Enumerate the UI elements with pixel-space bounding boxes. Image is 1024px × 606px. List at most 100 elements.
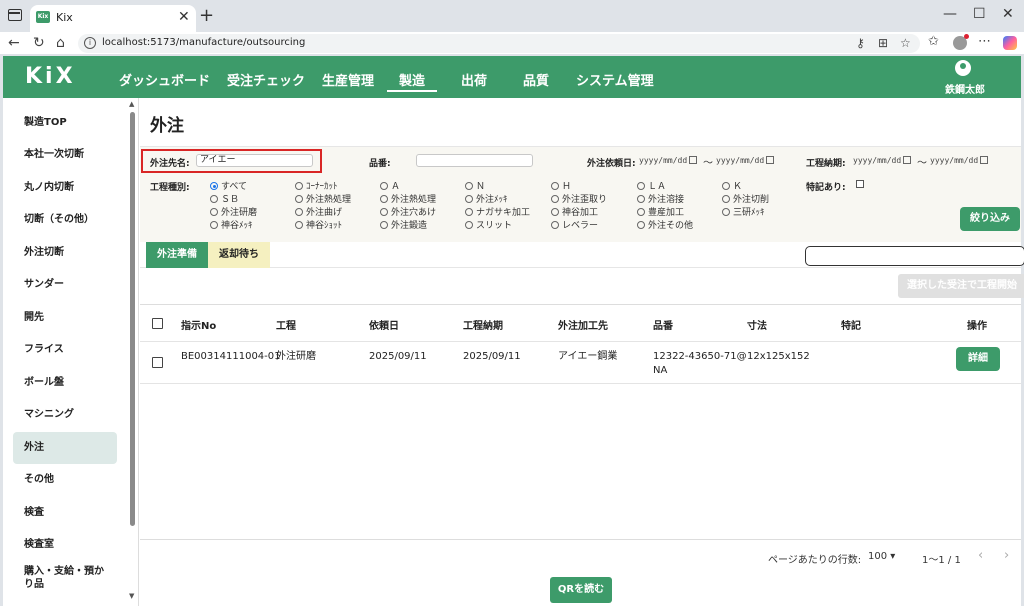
col-header[interactable]: 工程 [276, 317, 296, 332]
radio-option[interactable]: 外注鍛造 [380, 218, 427, 231]
col-header[interactable]: 依頼日 [369, 317, 399, 332]
close-window-icon[interactable]: ✕ [1002, 6, 1014, 22]
more-icon[interactable]: ⋯ [978, 34, 991, 49]
sidebar-item[interactable]: フライス [13, 334, 117, 366]
request-date-to[interactable]: yyyy/mm/dd [716, 155, 775, 167]
back-icon[interactable]: ← [8, 35, 20, 51]
sidebar-item[interactable]: サンダー [13, 269, 117, 301]
sidebar-item[interactable]: 本社一次切断 [13, 139, 117, 171]
sidebar-item[interactable]: 丸ノ内切断 [13, 172, 117, 204]
radio-option[interactable]: レベラー [551, 218, 598, 231]
radio-option[interactable]: 外注溶接 [637, 192, 684, 205]
radio-option[interactable]: 外注穴あけ [380, 205, 436, 218]
col-header[interactable]: 操作 [967, 317, 987, 332]
tab-outsource-prep[interactable]: 外注準備 [146, 242, 208, 268]
nav-quality[interactable]: 品質 [523, 70, 549, 89]
radio-option[interactable]: 外注その他 [637, 218, 693, 231]
process-due-from[interactable]: yyyy/mm/dd [853, 155, 912, 167]
part-input[interactable] [416, 154, 533, 167]
radio-option[interactable]: Ａ [380, 179, 400, 192]
favorites-icon[interactable]: ✩ [928, 34, 939, 49]
col-header[interactable]: 寸法 [747, 317, 767, 332]
special-checkbox[interactable] [856, 180, 864, 188]
next-page-icon[interactable]: › [1004, 548, 1009, 563]
radio-option[interactable]: 外注熱処理 [295, 192, 351, 205]
browser-tab[interactable]: Kix Kix ✕ [30, 5, 196, 32]
filter-button[interactable]: 絞り込み [960, 207, 1020, 231]
rows-per-page-select[interactable]: 100 ▾ [868, 551, 895, 562]
col-header[interactable]: 外注加工先 [558, 317, 608, 332]
sidebar-item[interactable]: 購入・支給・預かり品 [13, 562, 113, 596]
process-due-to[interactable]: yyyy/mm/dd [930, 155, 989, 167]
nav-manufacture[interactable]: 製造 [386, 70, 438, 92]
sidebar-item[interactable]: 切断（その他） [13, 204, 117, 236]
radio-option[interactable]: 外注研磨 [210, 205, 257, 218]
nav-dashboard[interactable]: ダッシュボード [119, 70, 210, 89]
user-icon[interactable] [955, 60, 971, 76]
sidebar-item[interactable]: 製造TOP [13, 107, 117, 139]
radio-option[interactable]: すべて [210, 179, 247, 192]
radio-option[interactable]: 神谷ﾒｯｷ [210, 218, 253, 231]
col-header[interactable]: 指示No [181, 317, 216, 332]
radio-option[interactable]: 外注歪取り [551, 192, 607, 205]
nav-order-check[interactable]: 受注チェック [227, 70, 305, 89]
select-all-checkbox[interactable] [152, 318, 163, 329]
nav-production[interactable]: 生産管理 [322, 70, 374, 89]
sidebar-item[interactable]: 検査室 [13, 529, 117, 561]
tab-return-waiting[interactable]: 返却待ち [208, 242, 270, 268]
site-info-icon[interactable]: i [84, 37, 96, 49]
radio-option[interactable]: ナガサキ加工 [465, 205, 530, 218]
radio-option[interactable]: ＬＡ [637, 179, 666, 192]
sidebar-item-active[interactable]: 外注 [13, 432, 117, 464]
calendar-icon[interactable] [903, 156, 912, 164]
request-date-from[interactable]: yyyy/mm/dd [639, 155, 698, 167]
radio-option[interactable]: Ｎ [465, 179, 485, 192]
sidebar-item[interactable]: 開先 [13, 302, 117, 334]
minimize-icon[interactable]: — [943, 6, 957, 22]
col-header[interactable]: 特記 [841, 317, 861, 332]
sidebar-item[interactable]: 外注切断 [13, 237, 117, 269]
prev-page-icon[interactable]: ‹ [978, 548, 983, 563]
radio-option[interactable]: Ｈ [551, 179, 571, 192]
calendar-icon[interactable] [980, 156, 989, 164]
new-tab-icon[interactable]: + [199, 5, 214, 26]
refresh-icon[interactable]: ↻ [33, 35, 45, 51]
copilot-icon[interactable] [1003, 36, 1017, 50]
search-input[interactable] [805, 246, 1024, 266]
radio-option[interactable]: 外注熱処理 [380, 192, 436, 205]
radio-option[interactable]: Ｋ [722, 179, 742, 192]
col-header[interactable]: 工程納期 [463, 317, 503, 332]
sidebar-scrollbar[interactable] [130, 112, 135, 526]
radio-option[interactable]: 豊産加工 [637, 205, 684, 218]
row-checkbox[interactable] [152, 357, 163, 368]
calendar-icon[interactable] [689, 156, 698, 164]
radio-option[interactable]: 外注切削 [722, 192, 769, 205]
qr-button[interactable]: QRを読む [550, 577, 612, 603]
user-name[interactable]: 鉄鋼太郎 [945, 81, 985, 96]
address-bar[interactable]: i localhost:5173/manufacture/outsourcing… [78, 34, 920, 53]
calendar-icon[interactable] [766, 156, 775, 164]
reader-icon[interactable]: ⊞ [878, 36, 888, 50]
start-selected-button[interactable]: 選択した受注で工程開始 [898, 274, 1024, 298]
vendor-input[interactable]: アイエー [196, 154, 313, 167]
key-icon[interactable]: ⚷ [856, 36, 865, 50]
favorite-star-icon[interactable]: ☆ [900, 36, 911, 50]
detail-button[interactable]: 詳細 [956, 347, 1000, 371]
sidebar-item[interactable]: その他 [13, 464, 117, 496]
sidebar-item[interactable]: 検査 [13, 497, 117, 529]
maximize-icon[interactable]: ☐ [973, 6, 986, 22]
logo[interactable]: KiX [25, 64, 76, 89]
radio-option[interactable]: 三研ﾒｯｷ [722, 205, 765, 218]
radio-option[interactable]: 外注ﾒｯｷ [465, 192, 508, 205]
radio-option[interactable]: スリット [465, 218, 512, 231]
nav-shipping[interactable]: 出荷 [461, 70, 487, 89]
col-header[interactable]: 品番 [653, 317, 673, 332]
radio-option[interactable]: 神谷加工 [551, 205, 598, 218]
nav-system[interactable]: システム管理 [576, 70, 654, 89]
tab-actions-icon[interactable] [8, 9, 22, 21]
close-tab-icon[interactable]: ✕ [178, 9, 190, 25]
radio-option[interactable]: 神谷ｼｮｯﾄ [295, 218, 342, 231]
scroll-down-icon[interactable]: ▼ [129, 592, 134, 600]
sidebar-item[interactable]: ボール盤 [13, 367, 117, 399]
sidebar-item[interactable]: マシニング [13, 399, 117, 431]
